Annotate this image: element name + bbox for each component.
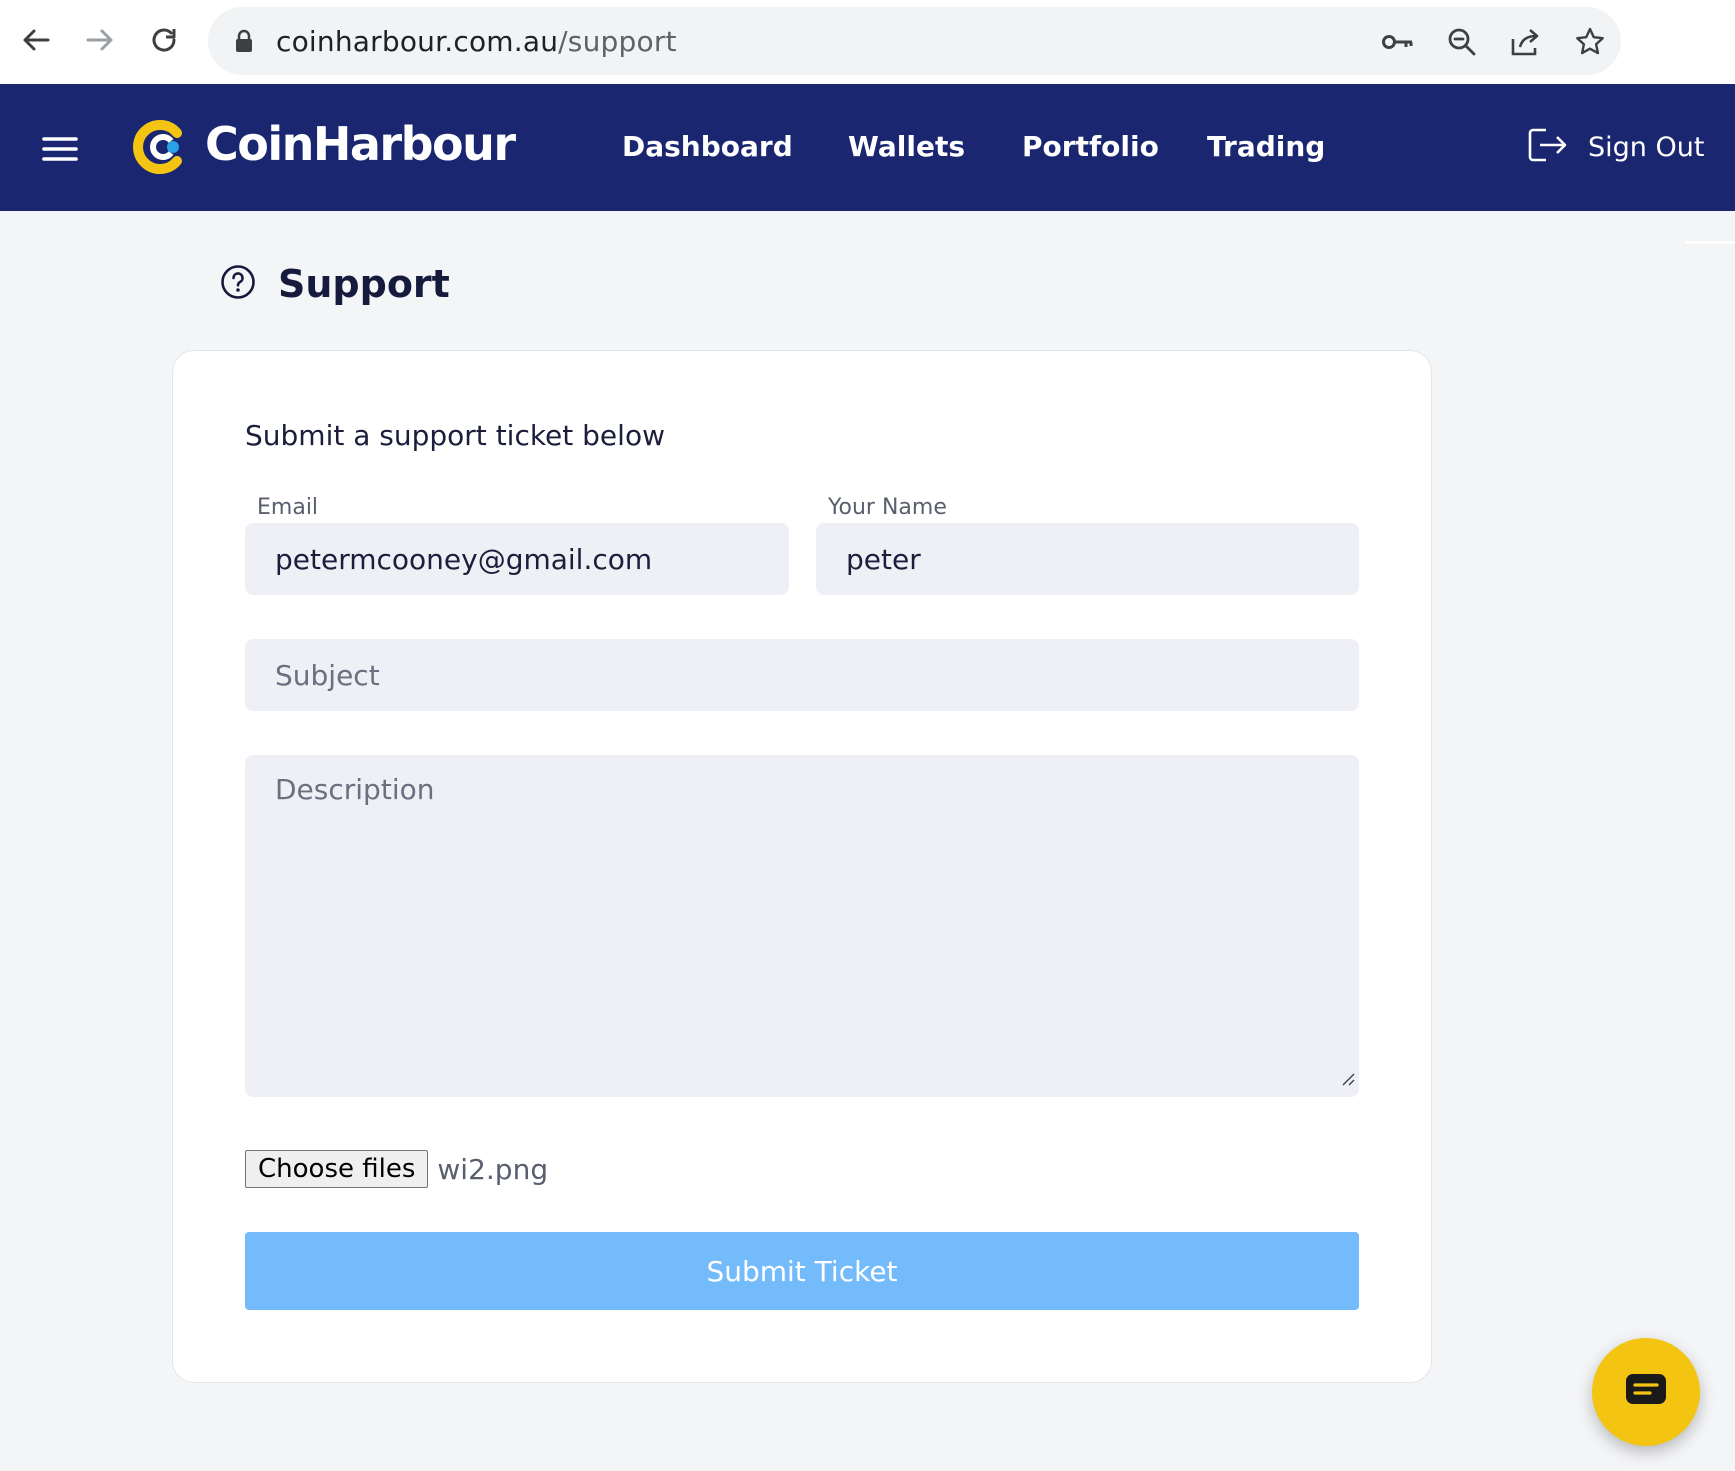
star-icon[interactable] <box>1572 24 1608 60</box>
nav-wallets[interactable]: Wallets <box>848 130 965 163</box>
chat-widget-button[interactable] <box>1592 1338 1700 1446</box>
logout-icon <box>1528 128 1568 166</box>
name-field[interactable]: peter <box>816 523 1359 595</box>
share-icon[interactable] <box>1508 24 1544 60</box>
email-value: petermcooney@gmail.com <box>275 542 653 576</box>
address-bar[interactable]: coinharbour.com.au/support <box>208 7 1621 75</box>
name-value: peter <box>846 542 921 576</box>
subject-input[interactable]: Subject <box>245 639 1359 711</box>
sign-out-label: Sign Out <box>1588 131 1705 163</box>
reload-icon[interactable] <box>142 18 186 62</box>
forward-arrow-icon[interactable] <box>78 18 122 62</box>
support-form-card: Submit a support ticket below Email pete… <box>172 350 1432 1383</box>
selected-file-name: wi2.png <box>437 1152 549 1186</box>
brand-name[interactable]: CoinHarbour <box>205 117 516 171</box>
lock-icon[interactable] <box>234 29 254 57</box>
email-label: Email <box>257 495 319 520</box>
back-arrow-icon[interactable] <box>14 18 58 62</box>
url-path: /support <box>558 25 677 58</box>
page-title: Support <box>278 262 450 306</box>
sign-out-button[interactable]: Sign Out <box>1528 128 1704 166</box>
url-text: coinharbour.com.au/support <box>276 25 677 58</box>
nav-portfolio[interactable]: Portfolio <box>1022 130 1159 163</box>
subject-placeholder: Subject <box>275 658 380 692</box>
page-title-row: Support <box>220 262 450 306</box>
file-upload: Choose files wi2.png <box>245 1150 548 1188</box>
scroll-indicator <box>1686 241 1735 244</box>
hamburger-icon[interactable] <box>42 136 78 166</box>
question-circle-icon <box>220 264 256 304</box>
form-heading: Submit a support ticket below <box>245 419 665 452</box>
logo-icon[interactable] <box>133 119 189 179</box>
nav-trading[interactable]: Trading <box>1207 130 1325 163</box>
email-field[interactable]: petermcooney@gmail.com <box>245 523 789 595</box>
nav-dashboard[interactable]: Dashboard <box>622 130 793 163</box>
app-header: CoinHarbour Dashboard Wallets Portfolio … <box>0 84 1735 211</box>
chat-icon <box>1624 1372 1668 1412</box>
description-placeholder: Description <box>275 773 435 806</box>
resize-handle-icon[interactable] <box>1339 1060 1355 1093</box>
url-host: coinharbour.com.au <box>276 25 559 58</box>
browser-toolbar: coinharbour.com.au/support <box>0 0 1735 84</box>
description-textarea[interactable]: Description <box>245 755 1359 1097</box>
zoom-out-icon[interactable] <box>1444 24 1480 60</box>
key-icon[interactable] <box>1380 24 1416 60</box>
submit-ticket-button[interactable]: Submit Ticket <box>245 1232 1359 1310</box>
name-label: Your Name <box>828 495 947 520</box>
choose-files-button[interactable]: Choose files <box>245 1150 429 1188</box>
